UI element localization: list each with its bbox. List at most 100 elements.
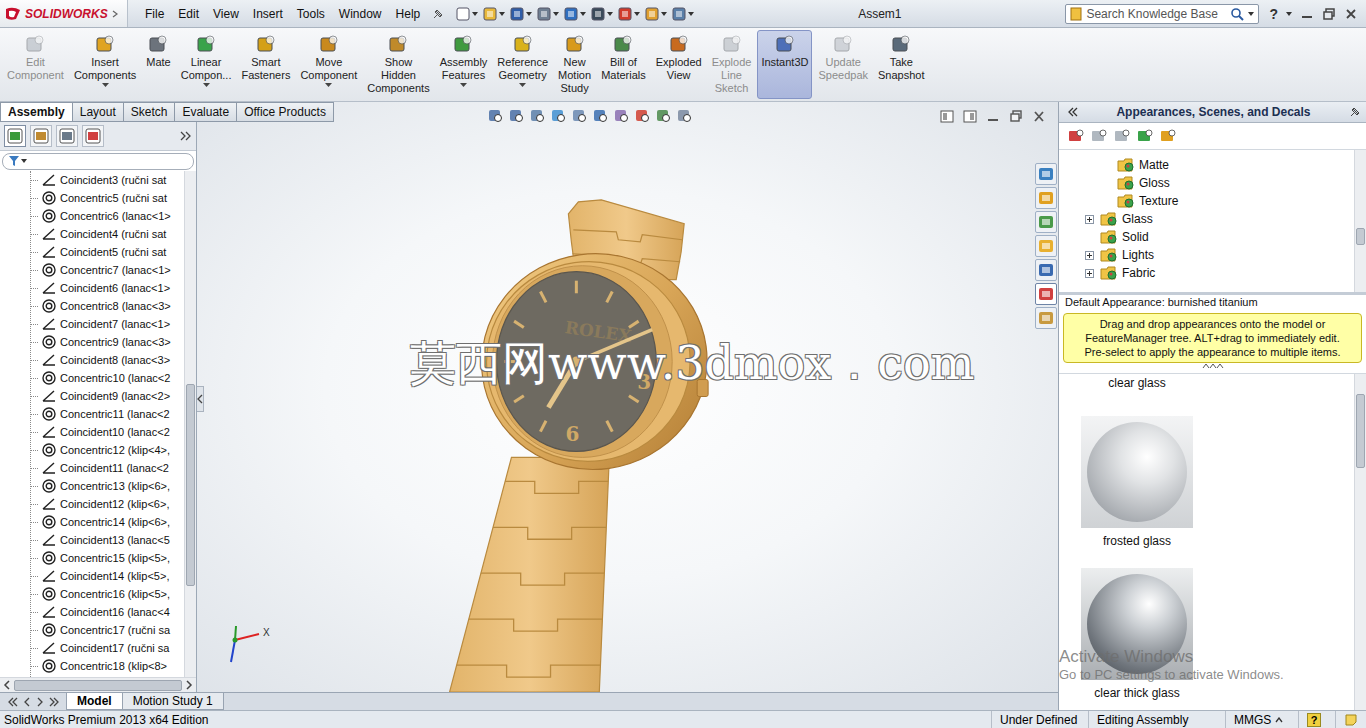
- minimize-icon[interactable]: [986, 110, 1000, 123]
- manager-tab[interactable]: [30, 125, 52, 147]
- last-tab-icon[interactable]: [47, 696, 61, 708]
- command-button[interactable]: EditComponent: [3, 30, 68, 99]
- appearance-swatch[interactable]: clear glass: [1059, 374, 1215, 390]
- appearance-folder[interactable]: Fabric: [1059, 264, 1354, 282]
- dropdown-icon[interactable]: [1248, 11, 1254, 17]
- task-pane-tab[interactable]: [1035, 163, 1057, 185]
- dropdown-icon[interactable]: [325, 82, 332, 88]
- manager-tab[interactable]: [56, 125, 78, 147]
- graphics-area[interactable]: ROLEX36莫西网www.3dmox．comX: [197, 102, 1058, 692]
- tile-icon[interactable]: [963, 110, 977, 123]
- solidworks-logo[interactable]: SOLIDWORKS: [0, 0, 128, 27]
- appearance-folder[interactable]: Gloss: [1059, 174, 1354, 192]
- tree-item[interactable]: Concentric18 (klip<8>: [31, 657, 184, 675]
- command-button[interactable]: ExplodedView: [652, 30, 706, 99]
- watch-model[interactable]: ROLEX36: [197, 102, 1058, 692]
- vertical-scrollbar[interactable]: [1354, 374, 1366, 710]
- tree-item[interactable]: Coincident7 (lanac<1>: [31, 315, 184, 333]
- tree-item[interactable]: Concentric9 (lanac<3>: [31, 333, 184, 351]
- search-icon[interactable]: [1230, 7, 1244, 21]
- tree-item[interactable]: Concentric10 (lanac<2: [31, 369, 184, 387]
- task-pane-tab[interactable]: [1035, 235, 1057, 257]
- menu-item[interactable]: Insert: [246, 7, 290, 21]
- pane-tool-icon[interactable]: [1113, 127, 1131, 145]
- command-button[interactable]: Bill ofMaterials: [597, 30, 650, 99]
- previous-tab-icon[interactable]: [21, 696, 33, 708]
- tree-item[interactable]: Coincident9 (lanac<2>: [31, 387, 184, 405]
- expand-chevron-icon[interactable]: [180, 131, 192, 141]
- quick-tool[interactable]: [671, 6, 694, 22]
- quick-tool[interactable]: [482, 6, 505, 22]
- command-tab[interactable]: Assembly: [0, 102, 73, 122]
- view-tool-icon[interactable]: [550, 108, 568, 124]
- tree-item[interactable]: Coincident3 (ručni sat: [31, 171, 184, 189]
- pane-splitter[interactable]: [1059, 363, 1366, 373]
- appearance-folder[interactable]: Lights: [1059, 246, 1354, 264]
- tree-item[interactable]: Coincident11 (lanac<2: [31, 459, 184, 477]
- units-selector[interactable]: MMGS: [1225, 711, 1298, 728]
- expand-icon[interactable]: [1085, 269, 1094, 278]
- command-button[interactable]: NewMotionStudy: [554, 30, 595, 99]
- vertical-scrollbar[interactable]: [1354, 150, 1366, 292]
- view-tool-icon[interactable]: [613, 108, 631, 124]
- minimize-icon[interactable]: [1300, 7, 1314, 21]
- command-button[interactable]: AssemblyFeatures: [436, 30, 492, 99]
- quick-tool[interactable]: [536, 6, 559, 22]
- view-tool-icon[interactable]: [508, 108, 526, 124]
- tree-item[interactable]: Coincident4 (ručni sat: [31, 225, 184, 243]
- quick-tool[interactable]: [590, 6, 613, 22]
- dropdown-icon[interactable]: [1286, 11, 1292, 17]
- help-button[interactable]: ?: [1269, 6, 1278, 22]
- quick-tool[interactable]: [455, 6, 478, 22]
- tree-item[interactable]: Concentric13 (klip<6>,: [31, 477, 184, 495]
- menu-item[interactable]: Help: [389, 7, 428, 21]
- tree-item[interactable]: Concentric17 (ručni sa: [31, 621, 184, 639]
- view-tool-icon[interactable]: [571, 108, 589, 124]
- quick-tool[interactable]: [563, 6, 586, 22]
- first-tab-icon[interactable]: [6, 696, 20, 708]
- bottom-tab[interactable]: Model: [66, 693, 123, 710]
- dropdown-icon[interactable]: [460, 82, 467, 88]
- command-button[interactable]: InsertComponents: [70, 30, 140, 99]
- command-tab[interactable]: Sketch: [123, 102, 176, 122]
- command-button[interactable]: UpdateSpeedpak: [814, 30, 872, 99]
- view-tool-icon[interactable]: [529, 108, 547, 124]
- menu-item[interactable]: Window: [332, 7, 389, 21]
- task-pane-tab[interactable]: [1035, 283, 1057, 305]
- view-tool-icon[interactable]: [592, 108, 610, 124]
- menu-item[interactable]: File: [138, 7, 171, 21]
- menu-item[interactable]: Tools: [290, 7, 332, 21]
- dropdown-icon[interactable]: [519, 82, 526, 88]
- vertical-scrollbar[interactable]: [184, 171, 196, 677]
- tree-item[interactable]: Concentric15 (klip<5>,: [31, 549, 184, 567]
- tree-item[interactable]: Coincident5 (ručni sat: [31, 243, 184, 261]
- appearance-folder[interactable]: Texture: [1059, 192, 1354, 210]
- command-button[interactable]: ReferenceGeometry: [493, 30, 552, 99]
- pane-divider[interactable]: [1059, 292, 1366, 295]
- tile-icon[interactable]: [940, 110, 954, 123]
- command-button[interactable]: TakeSnapshot: [874, 30, 928, 99]
- horizontal-scrollbar[interactable]: [0, 677, 196, 692]
- scroll-right-icon[interactable]: [184, 680, 194, 690]
- command-button[interactable]: SmartFasteners: [237, 30, 294, 99]
- pane-tool-icon[interactable]: [1159, 127, 1177, 145]
- tree-item[interactable]: Coincident16 (lanac<4: [31, 603, 184, 621]
- task-pane-tab[interactable]: [1035, 211, 1057, 233]
- pin-icon[interactable]: [1348, 105, 1362, 119]
- tree-item[interactable]: Concentric7 (lanac<1>: [31, 261, 184, 279]
- collapse-chevron-icon[interactable]: [1067, 107, 1079, 117]
- status-help[interactable]: ?: [1298, 711, 1335, 728]
- command-button[interactable]: LinearCompon...: [177, 30, 236, 99]
- appearance-folder[interactable]: Glass: [1059, 210, 1354, 228]
- menu-item[interactable]: Edit: [171, 7, 206, 21]
- appearance-swatch[interactable]: clear thick glass: [1059, 568, 1215, 700]
- scroll-thumb[interactable]: [14, 680, 182, 691]
- view-tool-icon[interactable]: [487, 108, 505, 124]
- tree-item[interactable]: Coincident12 (klip<6>,: [31, 495, 184, 513]
- restore-icon[interactable]: [1322, 7, 1336, 21]
- tree-item[interactable]: Concentric8 (lanac<3>: [31, 297, 184, 315]
- close-icon[interactable]: [1032, 110, 1046, 123]
- restore-icon[interactable]: [1009, 110, 1023, 123]
- tree-item[interactable]: Concentric14 (klip<6>,: [31, 513, 184, 531]
- command-tab[interactable]: Office Products: [236, 102, 334, 122]
